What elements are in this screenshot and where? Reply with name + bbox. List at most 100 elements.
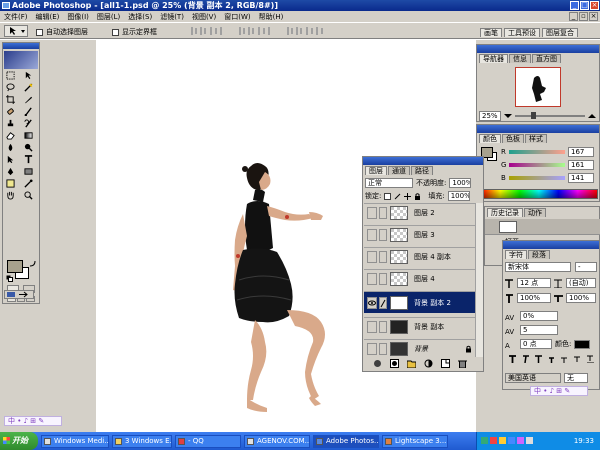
underline-icon[interactable] <box>587 355 594 363</box>
leading-field[interactable]: (自动) <box>566 278 596 288</box>
menu-image[interactable]: 图像(I) <box>67 12 89 22</box>
tab-history[interactable]: 历史记录 <box>487 208 523 217</box>
palette-well-tool-presets[interactable]: 工具预设 <box>504 28 540 37</box>
dodge-tool-icon[interactable] <box>24 143 33 152</box>
visibility-toggle[interactable] <box>367 206 377 219</box>
zoom-tool-icon[interactable] <box>24 191 33 200</box>
navigator-zoom-field[interactable]: 25% <box>479 111 501 121</box>
tray-antivirus-icon[interactable] <box>490 437 497 444</box>
opacity-field[interactable]: 100% <box>449 178 472 188</box>
start-button[interactable]: 开始 <box>0 432 38 450</box>
layer-row[interactable]: 背景 <box>364 339 476 357</box>
layers-scrollbar[interactable] <box>475 203 483 357</box>
link-toggle[interactable] <box>379 250 387 263</box>
layer-row[interactable]: 图层 2 <box>364 203 476 221</box>
tray-messenger-icon[interactable] <box>508 437 515 444</box>
minimize-button[interactable]: _ <box>570 1 579 10</box>
lock-image-icon[interactable] <box>394 193 401 200</box>
superscript-icon[interactable] <box>561 355 568 363</box>
layer-row[interactable]: 图层 4 副本 <box>364 247 476 265</box>
auto-select-checkbox[interactable] <box>36 28 43 36</box>
adjustment-layer-icon[interactable] <box>424 359 433 368</box>
tab-swatches[interactable]: 色板 <box>502 134 524 143</box>
blend-mode-select[interactable]: 正常 <box>365 178 413 188</box>
faux-italic-icon[interactable] <box>522 355 529 363</box>
align-centers-icon[interactable] <box>238 26 274 36</box>
layer-row[interactable]: 背景 副本 <box>364 317 476 335</box>
link-toggle[interactable] <box>379 206 387 219</box>
layer-row-selected[interactable]: 背景 副本 2 <box>364 291 476 313</box>
visibility-toggle[interactable] <box>367 228 377 241</box>
ime-toolbar-left[interactable]: 中 • ♪ ⊞ ✎ <box>4 416 62 426</box>
baseline-field[interactable]: 0 点 <box>520 339 552 349</box>
small-caps-icon[interactable] <box>548 355 555 363</box>
task-qq[interactable]: - QQ <box>175 434 241 448</box>
zoom-in-icon[interactable] <box>588 113 596 119</box>
menu-layer[interactable]: 图层(L) <box>97 12 120 22</box>
menu-window[interactable]: 窗口(W) <box>224 12 250 22</box>
task-agenov[interactable]: AGENOV.COM... <box>244 434 310 448</box>
link-toggle[interactable] <box>379 272 387 285</box>
layer-set-icon[interactable] <box>407 359 416 368</box>
menu-view[interactable]: 视图(V) <box>192 12 216 22</box>
navigator-zoom-slider[interactable] <box>515 112 585 119</box>
hand-tool-icon[interactable] <box>6 191 15 200</box>
marquee-tool-icon[interactable] <box>6 71 15 80</box>
menu-select[interactable]: 选择(S) <box>128 12 152 22</box>
visibility-toggle[interactable] <box>367 342 377 355</box>
layer-row[interactable]: 图层 3 <box>364 225 476 243</box>
link-toggle[interactable] <box>379 228 387 241</box>
tab-character[interactable]: 字符 <box>505 250 527 259</box>
anti-alias-select[interactable]: 无 <box>564 373 588 383</box>
g-slider[interactable] <box>509 162 565 167</box>
link-toggle[interactable] <box>379 342 387 355</box>
tab-paths[interactable]: 路径 <box>411 166 433 175</box>
lock-transparency-icon[interactable] <box>384 192 392 200</box>
layer-style-icon[interactable] <box>373 359 382 368</box>
color-ramp[interactable] <box>480 189 598 199</box>
text-color-swatch[interactable] <box>574 339 591 349</box>
doc-minimize-button[interactable]: _ <box>569 12 578 21</box>
align-edges-icon[interactable] <box>190 26 226 36</box>
auto-select-option[interactable]: 自动选择图层 <box>36 27 88 37</box>
tray-network-icon[interactable] <box>481 437 488 444</box>
lock-position-icon[interactable] <box>404 192 412 200</box>
tab-channels[interactable]: 通道 <box>388 166 410 175</box>
visibility-toggle[interactable] <box>367 250 377 263</box>
tray-volume-icon[interactable] <box>526 437 533 444</box>
path-selection-tool-icon[interactable] <box>6 155 15 164</box>
notes-tool-icon[interactable] <box>6 179 15 188</box>
language-select[interactable]: 美国英语 <box>505 373 561 383</box>
tab-layers[interactable]: 图层 <box>365 166 387 175</box>
jump-to-imageready-button[interactable] <box>4 290 34 299</box>
tab-color[interactable]: 颜色 <box>479 134 501 143</box>
g-value[interactable]: 161 <box>568 159 594 170</box>
kerning-field[interactable]: 0% <box>520 311 558 321</box>
default-colors-icon[interactable] <box>6 275 13 282</box>
link-toggle[interactable] <box>379 320 387 333</box>
tray-qq-icon[interactable] <box>499 437 506 444</box>
palette-well-layer-comps[interactable]: 图层复合 <box>542 28 578 37</box>
subscript-icon[interactable] <box>574 355 581 363</box>
healing-brush-tool-icon[interactable] <box>6 107 15 116</box>
swap-colors-icon[interactable] <box>29 260 36 267</box>
maximize-button[interactable]: □ <box>580 1 589 10</box>
vertical-scale-field[interactable]: 100% <box>517 293 551 303</box>
font-style-select[interactable]: - <box>575 262 597 272</box>
font-family-select[interactable]: 新宋体 <box>505 262 571 272</box>
move-tool-icon[interactable] <box>24 71 33 80</box>
visibility-toggle[interactable] <box>367 272 377 285</box>
foreground-color-swatch[interactable] <box>7 260 23 273</box>
visibility-toggle[interactable] <box>367 296 377 309</box>
eraser-tool-icon[interactable] <box>6 131 15 140</box>
tracking-field[interactable]: 5 <box>520 325 558 335</box>
clone-stamp-tool-icon[interactable] <box>6 119 15 128</box>
layer-mask-icon[interactable] <box>390 359 399 368</box>
pen-tool-icon[interactable] <box>6 167 15 176</box>
show-bounds-checkbox[interactable] <box>112 28 119 36</box>
menu-edit[interactable]: 编辑(E) <box>36 12 60 22</box>
task-windows-explorer[interactable]: 3 Windows E... <box>112 434 172 448</box>
menu-filter[interactable]: 滤镜(T) <box>160 12 184 22</box>
horizontal-scale-field[interactable]: 100% <box>566 293 596 303</box>
task-lightscape[interactable]: Lightscape 3... <box>382 434 448 448</box>
